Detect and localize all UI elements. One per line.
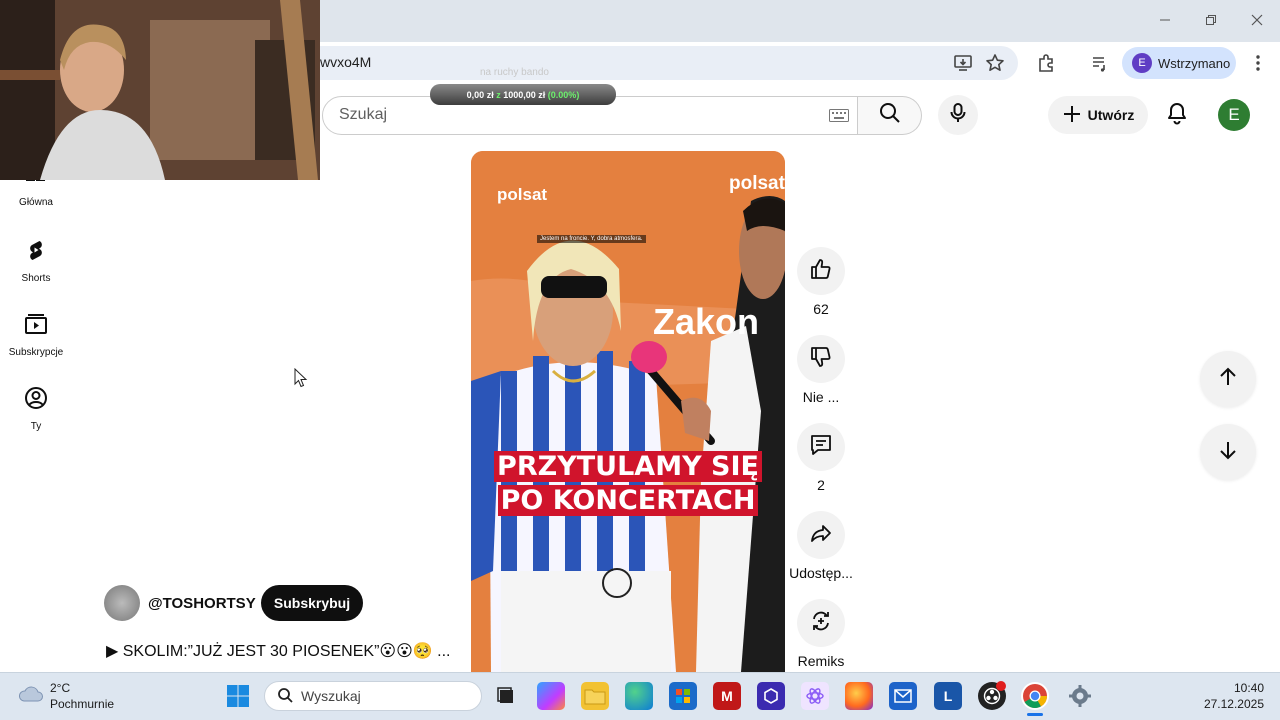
- video-caption-line2: PO KONCERTACH: [471, 485, 785, 516]
- donation-goal-label: na ruchy bando: [480, 67, 549, 78]
- video-caption-line1: PRZYTULAMY SIĘ: [471, 451, 785, 482]
- sidebar-item-shorts[interactable]: Shorts: [0, 238, 72, 284]
- share-label: Udostęp...: [789, 565, 853, 581]
- keyboard-icon[interactable]: [829, 109, 849, 127]
- webcam-overlay: [0, 0, 320, 180]
- remix-button[interactable]: [797, 599, 845, 647]
- comment-count: 2: [817, 477, 825, 493]
- you-icon: [24, 386, 48, 413]
- active-app-indicator: [1027, 713, 1043, 716]
- search-icon: [878, 101, 902, 130]
- shorts-video-player[interactable]: polsat polsat Zakon Jestem na froncie. Y…: [471, 151, 785, 672]
- restore-icon[interactable]: [1196, 8, 1226, 32]
- outlook-icon[interactable]: [889, 682, 917, 710]
- brand-logo-right: polsat: [729, 173, 785, 194]
- shorts-icon: [24, 238, 48, 265]
- weather-cloud-icon[interactable]: [18, 684, 44, 709]
- like-button[interactable]: [797, 247, 845, 295]
- brand-logo-left: polsat: [497, 185, 548, 204]
- firefox-icon[interactable]: [845, 682, 873, 710]
- media-controls-icon[interactable]: [1086, 49, 1114, 77]
- taskbar-search-placeholder: Wyszukaj: [301, 688, 361, 704]
- atom-app-icon[interactable]: [801, 682, 829, 710]
- settings-gear-icon[interactable]: [1066, 682, 1094, 710]
- plus-icon: [1062, 104, 1082, 127]
- edge-browser-icon[interactable]: [625, 682, 653, 710]
- microphone-icon: [947, 102, 969, 129]
- sidebar-item-label: Główna: [19, 197, 53, 208]
- previous-video-button[interactable]: [1200, 351, 1256, 407]
- dislike-button[interactable]: [797, 335, 845, 383]
- file-explorer-icon[interactable]: [581, 682, 609, 710]
- profile-chip[interactable]: E Wstrzymano: [1122, 47, 1236, 79]
- donation-amount: 0,00 zł: [466, 89, 494, 100]
- install-app-icon[interactable]: [949, 49, 977, 77]
- subscriptions-icon: [24, 312, 48, 339]
- l-app-icon[interactable]: L: [934, 682, 962, 710]
- comment-icon: [809, 433, 833, 462]
- weather-description[interactable]: Pochmurnie: [50, 697, 114, 711]
- mouse-cursor-icon: [294, 367, 308, 393]
- profile-status: Wstrzymano: [1158, 55, 1231, 71]
- extensions-icon[interactable]: [1032, 49, 1060, 77]
- clock-date[interactable]: 27.12.2025: [1186, 697, 1264, 711]
- sidebar-item-label: Shorts: [21, 273, 51, 284]
- notification-badge: [996, 681, 1006, 691]
- sidebar-item-you[interactable]: Ty: [0, 386, 72, 432]
- create-button[interactable]: Utwórz: [1048, 96, 1148, 134]
- video-subtitle-small: Jestem na froncie. Y, dobra atmosfera.: [537, 235, 646, 243]
- search-icon: [277, 687, 293, 706]
- share-button[interactable]: [797, 511, 845, 559]
- donation-goal: 1000,00 zł: [503, 89, 546, 100]
- voice-search-button[interactable]: [938, 95, 978, 135]
- mcafee-icon[interactable]: M: [713, 682, 741, 710]
- close-icon[interactable]: [1242, 8, 1272, 32]
- account-avatar[interactable]: E: [1218, 99, 1250, 131]
- comments-button[interactable]: [797, 423, 845, 471]
- thumbs-down-icon: [809, 345, 833, 374]
- share-icon: [809, 521, 833, 550]
- bell-icon: [1166, 101, 1188, 130]
- bookmark-star-icon[interactable]: [981, 49, 1009, 77]
- remix-label: Remiks: [797, 653, 845, 669]
- thumbs-up-icon: [809, 257, 833, 286]
- copilot-icon[interactable]: [537, 682, 565, 710]
- donation-separator: z: [496, 89, 501, 100]
- channel-avatar[interactable]: [104, 585, 140, 621]
- clock-time[interactable]: 10:40: [1212, 681, 1264, 695]
- profile-avatar: E: [1132, 53, 1152, 73]
- sidebar-item-label: Ty: [30, 421, 42, 432]
- address-bar[interactable]: [300, 46, 1018, 80]
- video-frame-image: [471, 151, 785, 672]
- url-text[interactable]: wvxo4M: [320, 54, 371, 70]
- sidebar-item-subscriptions[interactable]: Subskrypcje: [0, 312, 72, 358]
- webcam-image: [0, 0, 320, 180]
- next-video-button[interactable]: [1200, 424, 1256, 480]
- weather-temperature[interactable]: 2°C: [50, 681, 70, 695]
- taskbar-search[interactable]: Wyszukaj: [264, 681, 482, 711]
- browser-menu-icon[interactable]: [1244, 49, 1272, 77]
- remix-icon: [809, 609, 833, 638]
- arrow-down-icon: [1217, 439, 1239, 466]
- dislike-label: Nie ...: [802, 389, 840, 405]
- arrow-up-icon: [1217, 366, 1239, 393]
- windows-start-icon[interactable]: [226, 684, 250, 713]
- vpn-shield-icon[interactable]: [757, 682, 785, 710]
- minimize-icon[interactable]: [1150, 8, 1180, 32]
- channel-handle[interactable]: @TOSHORTSY: [148, 595, 256, 612]
- notifications-button[interactable]: [1160, 98, 1194, 132]
- video-title[interactable]: ▶ SKOLIM:”JUŻ JEST 30 PIOSENEK”😮😮🥺 ...: [106, 641, 450, 661]
- donation-percent: (0.00%): [547, 89, 580, 100]
- task-view-icon[interactable]: [492, 682, 520, 710]
- like-count: 62: [813, 301, 829, 317]
- subscribe-button[interactable]: Subskrybuj: [261, 585, 363, 621]
- sidebar-item-label: Subskrypcje: [8, 347, 64, 358]
- search-placeholder: Szukaj: [339, 106, 388, 123]
- donation-goal-bar: 0,00 zł z 1000,00 zł (0.00%): [430, 84, 616, 105]
- background-sign-text: Zakon: [653, 301, 760, 342]
- search-button[interactable]: [858, 96, 922, 135]
- microsoft-store-icon[interactable]: [669, 682, 697, 710]
- chrome-icon[interactable]: [1021, 682, 1049, 710]
- create-label: Utwórz: [1087, 107, 1135, 123]
